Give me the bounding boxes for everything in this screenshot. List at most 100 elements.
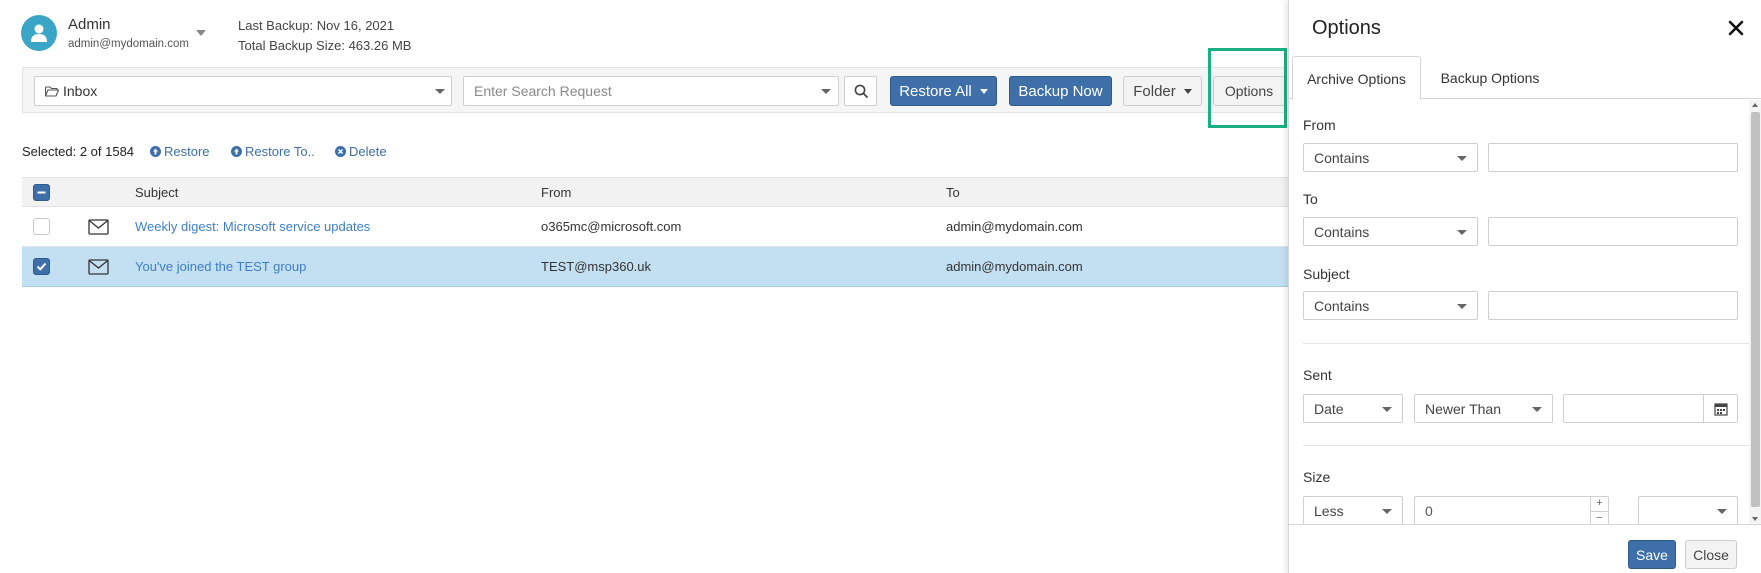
- total-size-label: Total Backup Size:: [238, 38, 345, 53]
- table-row[interactable]: You've joined the TEST group TEST@msp360…: [22, 247, 1290, 287]
- tab-archive-options[interactable]: Archive Options: [1292, 56, 1421, 100]
- size-operator-select[interactable]: Less: [1303, 496, 1403, 524]
- row-from: TEST@msp360.uk: [541, 259, 652, 274]
- row-subject-link[interactable]: Weekly digest: Microsoft service updates: [135, 219, 370, 234]
- row-checkbox[interactable]: [33, 218, 50, 235]
- divider: [1303, 343, 1750, 344]
- sent-date-input[interactable]: [1563, 394, 1704, 423]
- subject-operator-value: Contains: [1314, 298, 1370, 314]
- row-from: o365mc@microsoft.com: [541, 219, 682, 234]
- scroll-down-arrow-icon[interactable]: [1752, 517, 1758, 521]
- tab-archive-options-label: Archive Options: [1307, 71, 1406, 87]
- folder-select[interactable]: Inbox: [34, 76, 452, 106]
- size-increment-plus-icon[interactable]: +: [1590, 497, 1608, 511]
- select-all-checkbox[interactable]: [33, 184, 50, 201]
- delete-circle-icon: [335, 146, 346, 157]
- backup-now-button[interactable]: Backup Now: [1009, 76, 1112, 106]
- sent-type-select[interactable]: Date: [1303, 394, 1403, 423]
- sent-operator-select[interactable]: Newer Than: [1414, 394, 1553, 423]
- user-icon: [31, 24, 47, 42]
- backup-info: Last Backup: Nov 16, 2021 Total Backup S…: [238, 16, 411, 56]
- user-menu-chevron-down-icon[interactable]: [196, 30, 206, 36]
- search-button[interactable]: [844, 76, 877, 106]
- chevron-down-icon: [1532, 407, 1542, 412]
- folder-select-value: Inbox: [63, 83, 98, 99]
- row-subject-link[interactable]: You've joined the TEST group: [135, 259, 306, 274]
- subject-label: Subject: [1303, 266, 1350, 282]
- search-history-chevron-down-icon[interactable]: [821, 89, 831, 94]
- restore-all-label: Restore All: [899, 82, 972, 100]
- column-header-to[interactable]: To: [946, 185, 960, 200]
- last-backup-value: Nov 16, 2021: [316, 18, 395, 33]
- tab-backup-options-label: Backup Options: [1440, 70, 1540, 86]
- checkmark-icon: [36, 262, 47, 271]
- from-value-input[interactable]: [1488, 143, 1738, 172]
- scroll-thumb[interactable]: [1751, 112, 1760, 507]
- options-highlight-frame: [1208, 48, 1287, 128]
- app-header: Admin admin@mydomain.com Last Backup: No…: [0, 0, 1290, 64]
- subject-operator-select[interactable]: Contains: [1303, 291, 1478, 320]
- folder-button-label: Folder: [1133, 82, 1176, 100]
- restore-to-link-label: Restore To..: [245, 144, 315, 159]
- from-operator-value: Contains: [1314, 150, 1370, 166]
- sent-operator-value: Newer Than: [1425, 401, 1502, 417]
- close-icon[interactable]: [1726, 18, 1746, 38]
- restore-all-button[interactable]: Restore All: [890, 76, 997, 106]
- subject-value-input[interactable]: [1488, 291, 1738, 320]
- restore-link-label: Restore: [164, 144, 210, 159]
- row-to: admin@mydomain.com: [946, 259, 1083, 274]
- chevron-down-icon: [1457, 304, 1467, 309]
- size-decrement-minus-icon[interactable]: −: [1590, 511, 1608, 524]
- restore-link[interactable]: Restore: [150, 144, 210, 159]
- column-header-from[interactable]: From: [541, 185, 571, 200]
- envelope-icon: [88, 219, 109, 235]
- to-value-input[interactable]: [1488, 217, 1738, 246]
- sent-type-value: Date: [1314, 401, 1344, 417]
- close-button[interactable]: Close: [1685, 540, 1737, 569]
- sent-label: Sent: [1303, 367, 1332, 383]
- user-name[interactable]: Admin: [68, 16, 111, 33]
- chevron-down-icon: [1382, 407, 1392, 412]
- date-picker-button[interactable]: [1704, 394, 1738, 423]
- folder-open-icon: [45, 86, 59, 97]
- user-avatar[interactable]: [21, 15, 57, 51]
- backup-now-label: Backup Now: [1018, 82, 1103, 100]
- panel-scrollbar[interactable]: [1749, 100, 1761, 524]
- size-value-input[interactable]: 0 + −: [1414, 496, 1609, 524]
- folder-chevron-down-icon: [435, 89, 445, 94]
- delete-link[interactable]: Delete: [335, 144, 387, 159]
- column-header-subject[interactable]: Subject: [135, 185, 178, 200]
- restore-to-link[interactable]: Restore To..: [231, 144, 315, 159]
- save-button[interactable]: Save: [1628, 540, 1676, 569]
- folder-button[interactable]: Folder: [1123, 76, 1202, 106]
- selection-count: Selected: 2 of 1584: [22, 144, 135, 159]
- chevron-down-icon: [1382, 509, 1392, 514]
- search-box: [463, 76, 839, 106]
- user-email: admin@mydomain.com: [68, 38, 189, 50]
- save-button-label: Save: [1636, 546, 1668, 563]
- from-operator-select[interactable]: Contains: [1303, 143, 1478, 172]
- table-header: Subject From To: [22, 177, 1290, 207]
- toolbar: Inbox Restore All Backup Now Folder Opti…: [22, 67, 1294, 113]
- tab-backup-options[interactable]: Backup Options: [1421, 56, 1559, 99]
- minus-icon: [37, 191, 46, 194]
- size-operator-value: Less: [1314, 503, 1344, 519]
- chevron-down-icon: [1457, 156, 1467, 161]
- size-unit-select[interactable]: [1638, 496, 1738, 524]
- arrow-up-circle-icon: [150, 146, 161, 157]
- panel-title: Options: [1312, 17, 1381, 39]
- total-size-value: 463.26 MB: [348, 38, 412, 53]
- table-row[interactable]: Weekly digest: Microsoft service updates…: [22, 207, 1290, 247]
- to-operator-select[interactable]: Contains: [1303, 217, 1478, 246]
- panel-body: From Contains To Contains Subject Contai…: [1289, 100, 1761, 524]
- to-operator-value: Contains: [1314, 224, 1370, 240]
- folder-button-chevron-down-icon: [1183, 89, 1192, 95]
- size-label: Size: [1303, 469, 1331, 485]
- scroll-up-arrow-icon[interactable]: [1752, 103, 1758, 107]
- arrow-up-circle-icon: [231, 146, 242, 157]
- calendar-icon: [1714, 403, 1728, 416]
- search-input[interactable]: [464, 77, 804, 105]
- last-backup-label: Last Backup:: [238, 18, 314, 33]
- panel-tabs: Archive Options Backup Options: [1289, 56, 1761, 100]
- row-checkbox[interactable]: [33, 258, 50, 275]
